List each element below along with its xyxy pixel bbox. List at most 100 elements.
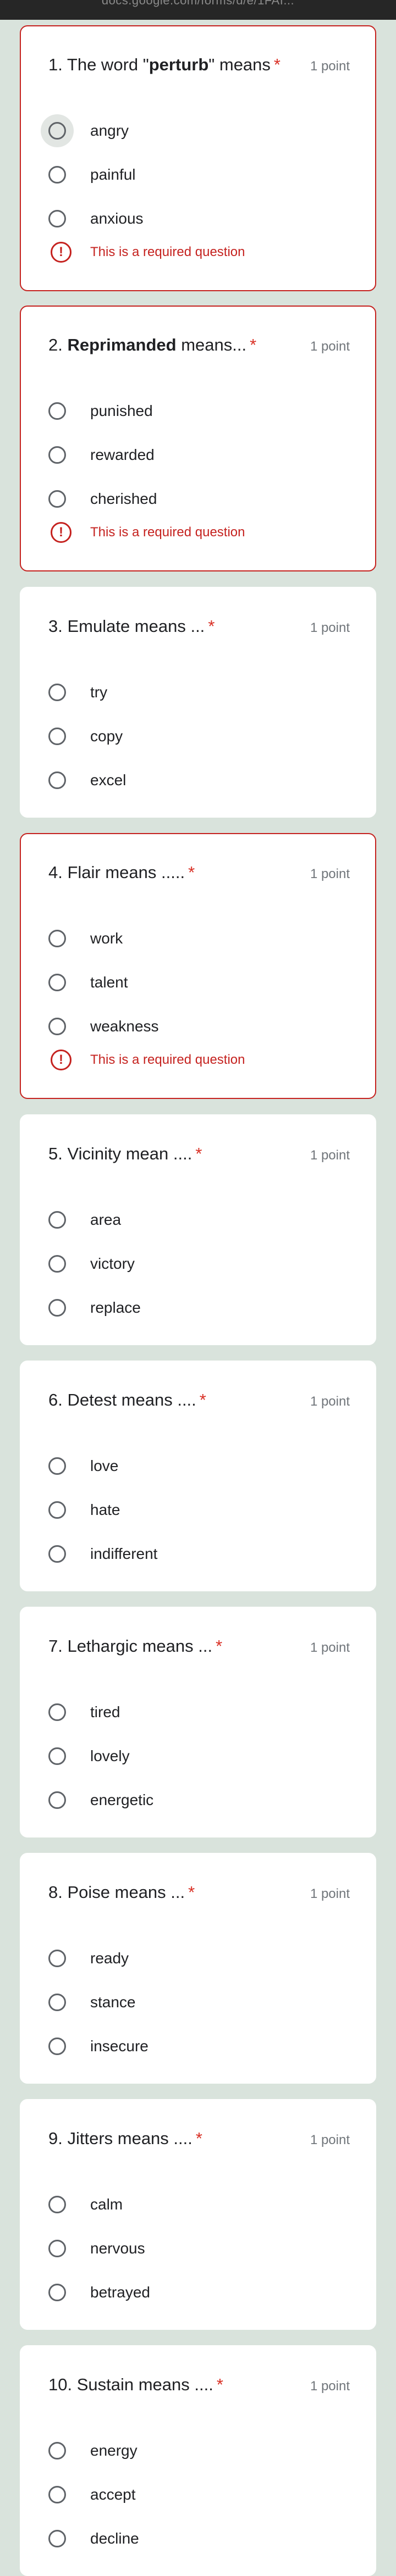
radio-option[interactable]: decline bbox=[47, 2517, 139, 2561]
error-exclamation-icon: ! bbox=[51, 522, 72, 543]
radio-circle-icon[interactable] bbox=[41, 2434, 74, 2467]
radio-option[interactable]: nervous bbox=[47, 2227, 150, 2270]
error-message: This is a required question bbox=[90, 245, 245, 259]
question-card: 5. Vicinity mean .... * 1 point area victory… bbox=[20, 1114, 376, 1345]
question-text: 9. Jitters means .... bbox=[48, 2129, 193, 2148]
question-text: 7. Lethargic means ... bbox=[48, 1636, 213, 1656]
radio-circle-icon[interactable] bbox=[41, 1696, 74, 1729]
radio-circle-icon[interactable] bbox=[41, 676, 74, 709]
question-title: 7. Lethargic means ... * bbox=[48, 1636, 222, 1656]
radio-circle-icon[interactable] bbox=[41, 1942, 74, 1975]
radio-circle-icon[interactable] bbox=[41, 1291, 74, 1324]
radio-option[interactable]: insecure bbox=[47, 2024, 148, 2068]
radio-circle-icon[interactable] bbox=[41, 2478, 74, 2511]
radio-option[interactable]: cherished bbox=[47, 477, 157, 521]
radio-option[interactable]: copy bbox=[47, 714, 126, 758]
option-label: energetic bbox=[90, 1791, 154, 1808]
options-list: calm nervous betrayed bbox=[47, 2183, 150, 2314]
radio-circle-icon[interactable] bbox=[41, 2232, 74, 2265]
radio-option[interactable]: angry bbox=[41, 109, 144, 153]
question-title: 4. Flair means ..... * bbox=[48, 863, 195, 882]
browser-url-bar[interactable]: docs.google.com/forms/d/e/1FAI... bbox=[0, 0, 396, 20]
radio-option[interactable]: rewarded bbox=[47, 433, 157, 477]
option-label: decline bbox=[90, 2530, 139, 2547]
option-label: victory bbox=[90, 1255, 135, 1272]
radio-circle-icon[interactable] bbox=[41, 1537, 74, 1570]
options-list: ready stance insecure bbox=[47, 1936, 148, 2068]
radio-circle-icon[interactable] bbox=[41, 2276, 74, 2309]
radio-circle-icon[interactable] bbox=[41, 158, 74, 191]
question-header: 2. Reprimanded means... * 1 point bbox=[48, 335, 350, 355]
radio-circle-icon[interactable] bbox=[41, 966, 74, 999]
radio-option[interactable]: replace bbox=[47, 1286, 141, 1330]
radio-circle-icon[interactable] bbox=[41, 1247, 74, 1280]
radio-option[interactable]: weakness bbox=[47, 1004, 159, 1048]
radio-option[interactable]: accept bbox=[47, 2473, 139, 2517]
radio-circle-icon[interactable] bbox=[41, 1986, 74, 2019]
question-text: 3. Emulate means ... bbox=[48, 617, 205, 636]
radio-circle-icon[interactable] bbox=[41, 764, 74, 797]
radio-option[interactable]: ready bbox=[47, 1936, 148, 1980]
radio-circle-icon[interactable] bbox=[41, 438, 74, 471]
radio-option[interactable]: work bbox=[47, 917, 159, 961]
points-label: 1 point bbox=[310, 1640, 350, 1655]
question-header: 7. Lethargic means ... * 1 point bbox=[48, 1636, 350, 1656]
radio-option[interactable]: talent bbox=[47, 961, 159, 1004]
radio-circle-icon[interactable] bbox=[41, 1494, 74, 1526]
radio-option[interactable]: indifferent bbox=[47, 1532, 157, 1576]
radio-option[interactable]: stance bbox=[47, 1980, 148, 2024]
option-label: cherished bbox=[90, 490, 157, 507]
radio-option[interactable]: love bbox=[47, 1444, 157, 1488]
radio-option[interactable]: lovely bbox=[47, 1734, 153, 1778]
radio-circle-icon[interactable] bbox=[41, 1740, 74, 1773]
options-list: angry painful anxious bbox=[41, 109, 144, 241]
radio-option[interactable]: energetic bbox=[47, 1778, 153, 1822]
radio-circle-icon[interactable] bbox=[41, 922, 74, 955]
radio-circle-icon[interactable] bbox=[41, 2522, 74, 2555]
radio-option[interactable]: excel bbox=[47, 758, 126, 802]
radio-option[interactable]: anxious bbox=[47, 197, 144, 241]
radio-option[interactable]: calm bbox=[47, 2183, 150, 2227]
question-text: 6. Detest means .... bbox=[48, 1390, 196, 1409]
radio-option[interactable]: painful bbox=[47, 153, 144, 197]
option-label: punished bbox=[90, 402, 153, 419]
radio-circle-icon[interactable] bbox=[41, 1784, 74, 1817]
radio-option[interactable]: tired bbox=[47, 1690, 153, 1734]
radio-circle-icon[interactable] bbox=[41, 114, 74, 147]
radio-circle-icon[interactable] bbox=[41, 2030, 74, 2063]
radio-circle-icon[interactable] bbox=[41, 2188, 74, 2221]
radio-circle-icon[interactable] bbox=[41, 202, 74, 235]
option-label: ready bbox=[90, 1950, 129, 1967]
question-card: 2. Reprimanded means... * 1 point punished r… bbox=[20, 306, 376, 571]
radio-option[interactable]: betrayed bbox=[47, 2270, 150, 2314]
question-text: 8. Poise means ... bbox=[48, 1883, 185, 1902]
required-asterisk: * bbox=[208, 617, 215, 636]
question-text: 4. Flair means ..... bbox=[48, 863, 185, 882]
radio-option[interactable]: punished bbox=[47, 389, 157, 433]
question-title: 5. Vicinity mean .... * bbox=[48, 1144, 202, 1164]
radio-option[interactable]: energy bbox=[47, 2429, 139, 2473]
question-card: 1. The word "perturb" means * 1 point angry… bbox=[20, 25, 376, 291]
option-label: area bbox=[90, 1211, 122, 1228]
radio-circle-icon[interactable] bbox=[41, 720, 74, 753]
radio-option[interactable]: victory bbox=[47, 1242, 141, 1286]
radio-circle-icon[interactable] bbox=[41, 1450, 74, 1483]
radio-option[interactable]: try bbox=[47, 670, 126, 714]
question-text: 5. Vicinity mean .... bbox=[48, 1144, 193, 1163]
question-header: 10. Sustain means .... * 1 point bbox=[48, 2375, 350, 2395]
radio-option[interactable]: hate bbox=[47, 1488, 157, 1532]
option-label: tired bbox=[90, 1703, 120, 1720]
question-header: 6. Detest means .... * 1 point bbox=[48, 1390, 350, 1410]
points-label: 1 point bbox=[310, 620, 350, 635]
question-header: 1. The word "perturb" means * 1 point bbox=[48, 55, 350, 75]
radio-circle-icon[interactable] bbox=[41, 482, 74, 515]
radio-option[interactable]: area bbox=[47, 1198, 141, 1242]
url-text: docs.google.com/forms/d/e/1FAI... bbox=[101, 0, 295, 7]
radio-circle-icon[interactable] bbox=[41, 1203, 74, 1236]
error-exclamation-icon: ! bbox=[51, 242, 72, 263]
points-label: 1 point bbox=[310, 1148, 350, 1163]
radio-circle-icon[interactable] bbox=[41, 395, 74, 428]
radio-circle-icon[interactable] bbox=[41, 1010, 74, 1043]
required-asterisk: * bbox=[250, 335, 257, 354]
option-label: excel bbox=[90, 771, 127, 789]
